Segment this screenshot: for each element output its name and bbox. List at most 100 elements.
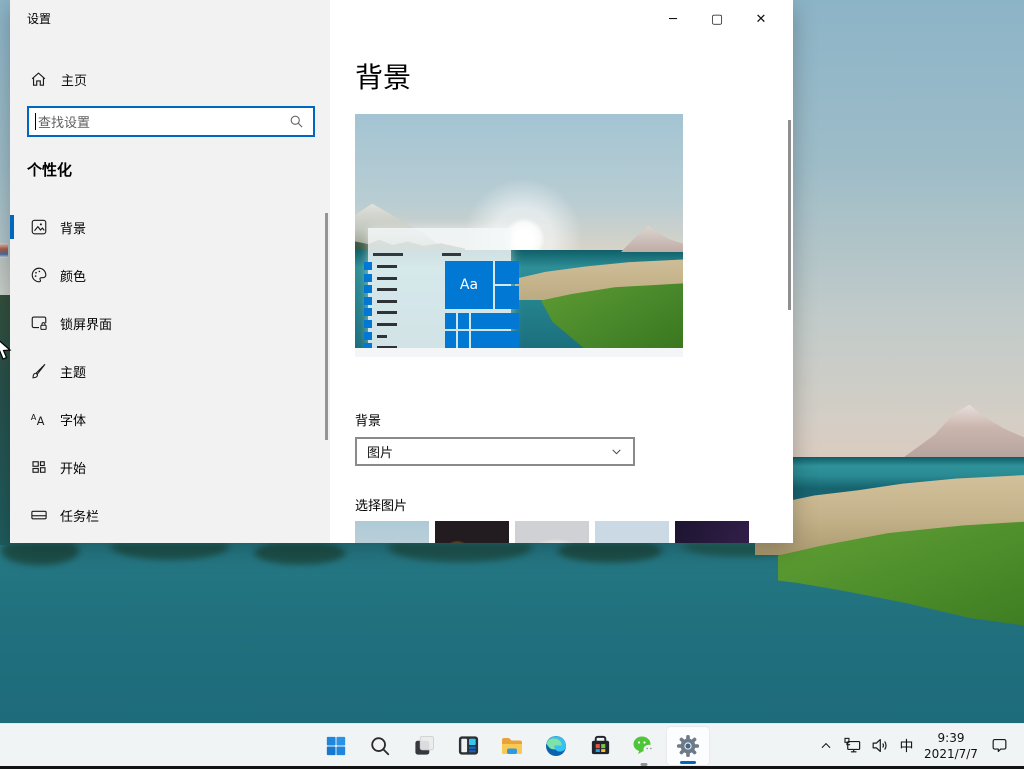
sidebar-item-themes[interactable]: 主题	[10, 347, 330, 395]
sidebar-nav: 背景 颜色 锁屏界面	[10, 203, 330, 539]
thumbnail-bloom-purple-dark[interactable]	[675, 521, 749, 543]
chevron-down-icon	[610, 445, 623, 458]
desktop-screen: 设置 主页 查找设置 个性化	[0, 0, 1024, 769]
sidebar-item-label: 字体	[60, 410, 86, 429]
maximize-button[interactable]: ▢	[695, 8, 739, 30]
desktop-icon-fragment[interactable]	[0, 243, 8, 258]
picture-thumbnails	[355, 521, 749, 543]
svg-text:A: A	[31, 412, 37, 422]
sidebar-item-lock-screen[interactable]: 锁屏界面	[10, 299, 330, 347]
hidden-icons-button[interactable]	[812, 728, 839, 764]
sidebar-item-start[interactable]: 开始	[10, 443, 330, 491]
preview-right-mountain	[621, 220, 683, 252]
search-button[interactable]	[358, 726, 402, 766]
ime-indicator[interactable]: 中	[893, 728, 920, 764]
notification-bubble-icon	[990, 736, 1009, 755]
volume-button[interactable]	[866, 728, 893, 764]
taskbar: 中 9:39 2021/7/7	[0, 723, 1024, 769]
sidebar-item-fonts[interactable]: A A 字体	[10, 395, 330, 443]
selected-indicator	[10, 215, 14, 239]
svg-text:A: A	[37, 415, 45, 428]
settings-window: 设置 主页 查找设置 个性化	[10, 0, 793, 543]
taskbar-rect-icon	[30, 506, 48, 524]
dropdown-value: 图片	[367, 442, 610, 461]
start-button[interactable]	[314, 726, 358, 766]
mock-heading-dash	[442, 253, 461, 256]
sidebar-item-taskbar[interactable]: 任务栏	[10, 491, 330, 539]
sidebar-scrollbar[interactable]	[325, 213, 328, 440]
palette-icon	[30, 266, 48, 284]
edge-button[interactable]	[534, 726, 578, 766]
mock-tile-aa: Aa	[445, 261, 493, 309]
preview-start-menu-mock: Aa	[368, 228, 511, 348]
sidebar-item-background[interactable]: 背景	[10, 203, 330, 251]
sidebar-item-label: 开始	[60, 458, 86, 477]
clock-date: 2021/7/7	[920, 746, 982, 762]
chevron-up-icon	[819, 739, 833, 753]
page-title: 背景	[355, 56, 411, 96]
network-button[interactable]	[839, 728, 866, 764]
window-title: 设置	[27, 10, 51, 27]
brush-icon	[30, 362, 48, 380]
preview-taskbar-strip	[355, 348, 683, 357]
file-explorer-button[interactable]	[490, 726, 534, 766]
store-button[interactable]	[578, 726, 622, 766]
section-header: 个性化	[27, 159, 72, 180]
search-placeholder: 查找设置	[38, 112, 289, 131]
sidebar-item-label: 锁屏界面	[60, 314, 112, 333]
sidebar-item-label: 颜色	[60, 266, 86, 285]
background-field-label: 背景	[355, 410, 381, 429]
thumbnail-bloom-white[interactable]	[515, 521, 589, 543]
minimize-button[interactable]: ─	[651, 8, 695, 30]
background-preview: Aa	[355, 114, 683, 348]
home-label: 主页	[61, 70, 87, 89]
wechat-running-indicator	[641, 763, 648, 766]
settings-gear-icon	[676, 734, 700, 758]
sidebar-item-label: 背景	[60, 218, 86, 237]
mock-heading-dash	[373, 253, 403, 256]
window-controls: ─ ▢ ✕	[651, 8, 783, 30]
home-icon	[30, 71, 47, 88]
content-scrollbar[interactable]	[788, 120, 791, 310]
taskbar-center-icons	[314, 724, 710, 767]
search-settings-input[interactable]: 查找设置	[27, 106, 315, 137]
wallpaper-tree-reflections	[0, 543, 860, 595]
task-view-button[interactable]	[402, 726, 446, 766]
search-icon[interactable]	[289, 114, 304, 129]
choose-picture-label: 选择图片	[355, 495, 407, 514]
thumbnail-bloom-blue[interactable]	[595, 521, 669, 543]
lock-screen-icon	[30, 314, 48, 332]
network-ethernet-icon	[843, 736, 862, 755]
start-layout-icon	[30, 458, 48, 476]
store-icon	[589, 734, 612, 757]
thumbnail-bloom-dark-flower[interactable]	[435, 521, 509, 543]
file-explorer-icon	[500, 734, 524, 758]
thumbnail-bloom-light-sky[interactable]	[355, 521, 429, 543]
wechat-button[interactable]	[622, 726, 666, 766]
edge-icon	[544, 734, 568, 758]
task-view-icon	[413, 734, 436, 757]
settings-sidebar: 设置 主页 查找设置 个性化	[10, 0, 330, 543]
sidebar-item-label: 主题	[60, 362, 86, 381]
fonts-icon: A A	[30, 410, 48, 428]
system-tray: 中 9:39 2021/7/7	[812, 724, 1016, 767]
background-type-dropdown[interactable]: 图片	[355, 437, 635, 466]
wechat-icon	[632, 734, 656, 758]
close-button[interactable]: ✕	[739, 8, 783, 30]
search-icon	[369, 735, 391, 757]
clock-time: 9:39	[920, 730, 982, 746]
taskbar-clock[interactable]: 9:39 2021/7/7	[920, 730, 982, 762]
sidebar-item-colors[interactable]: 颜色	[10, 251, 330, 299]
settings-button[interactable]	[666, 726, 710, 766]
settings-active-indicator	[680, 761, 696, 764]
notification-center-button[interactable]	[982, 728, 1016, 764]
sidebar-item-label: 任务栏	[60, 506, 99, 525]
widgets-icon	[457, 734, 480, 757]
widgets-button[interactable]	[446, 726, 490, 766]
image-icon	[30, 218, 48, 236]
mouse-cursor	[0, 336, 13, 362]
speaker-icon	[870, 736, 889, 755]
settings-content: ─ ▢ ✕ 背景	[330, 0, 793, 543]
sidebar-item-home[interactable]: 主页	[10, 61, 330, 97]
text-caret	[35, 113, 36, 130]
